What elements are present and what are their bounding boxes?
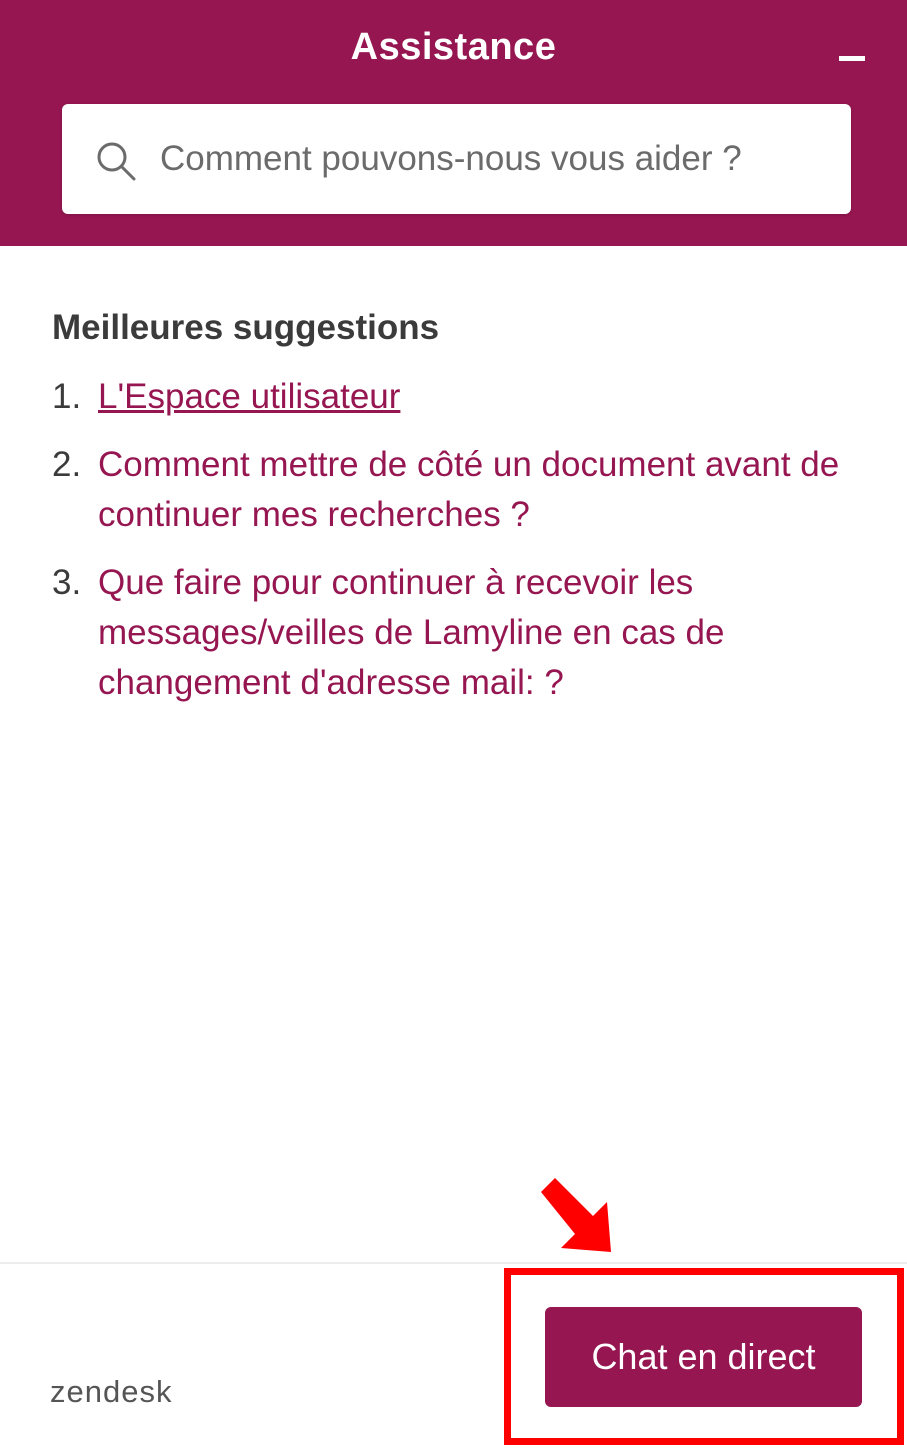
zendesk-logo: zendesk bbox=[50, 1374, 173, 1409]
suggestions-title: Meilleures suggestions bbox=[52, 308, 440, 347]
suggestion-link[interactable]: Que faire pour continuer à recevoir les … bbox=[98, 563, 724, 702]
minimize-icon bbox=[839, 56, 865, 61]
suggestion-number: 3. bbox=[52, 563, 82, 602]
live-chat-button[interactable]: Chat en direct bbox=[545, 1307, 862, 1407]
widget-title: Assistance bbox=[350, 26, 557, 68]
suggestion-item: 1. L'Espace utilisateur bbox=[52, 372, 872, 422]
annotation-arrow-icon bbox=[541, 1178, 611, 1252]
minimize-button[interactable] bbox=[827, 28, 877, 78]
search-icon bbox=[97, 142, 136, 181]
suggestions-list: 1. L'Espace utilisateur 2. Comment mettr… bbox=[52, 372, 872, 726]
suggestion-number: 1. bbox=[52, 377, 82, 416]
suggestion-link[interactable]: L'Espace utilisateur bbox=[98, 377, 400, 416]
help-widget: Assistance Meilleures suggestions 1. L'E… bbox=[0, 0, 907, 1448]
suggestion-item: 2. Comment mettre de côté un document av… bbox=[52, 440, 872, 540]
suggestion-link[interactable]: Comment mettre de côté un document avant… bbox=[98, 445, 839, 534]
widget-footer: zendesk Chat en direct bbox=[0, 1262, 907, 1448]
search-box[interactable] bbox=[62, 104, 851, 214]
suggestion-number: 2. bbox=[52, 445, 82, 484]
suggestion-item: 3. Que faire pour continuer à recevoir l… bbox=[52, 558, 872, 708]
widget-header: Assistance bbox=[0, 0, 907, 246]
search-input[interactable] bbox=[160, 124, 820, 194]
